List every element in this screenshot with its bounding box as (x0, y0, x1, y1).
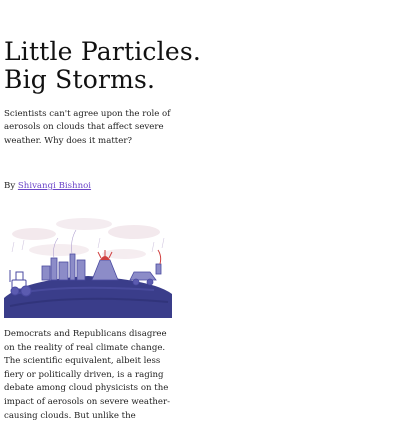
earth-pollution-illustration-icon (4, 218, 172, 318)
article-subtitle: Scientists can't agree upon the role of … (4, 109, 171, 146)
hero-illustration (4, 202, 172, 318)
article-body: Democrats and Republicans disagree on th… (4, 329, 171, 421)
title-line-1: Little Particles. (4, 37, 201, 66)
page-title: Little Particles. Big Storms. (4, 38, 201, 94)
byline: By Shivangi Bishnoi (4, 180, 91, 192)
byline-prefix: By (4, 181, 18, 191)
title-line-2: Big Storms. (4, 65, 156, 94)
author-link[interactable]: Shivangi Bishnoi (18, 181, 91, 191)
